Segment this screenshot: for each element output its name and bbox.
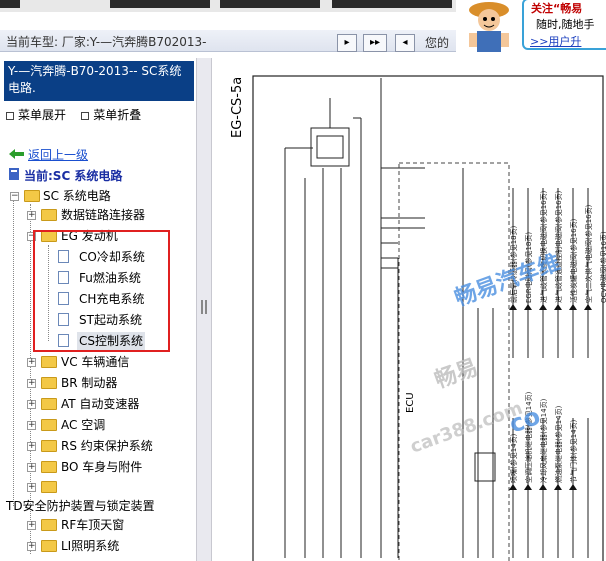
car-model-label: 当前车型: 厂家:Y-—汽奔腾B702013- [6,35,207,49]
collapse-toggle-icon[interactable]: − [10,192,19,201]
collapse-menu-button[interactable]: 菜单折叠 [81,108,141,122]
top-tab[interactable] [220,0,320,8]
folder-icon [41,209,57,221]
folder-icon [41,398,57,410]
collapse-icon [81,112,90,120]
back-arrow-icon [9,149,24,159]
connector-arrows [509,304,592,490]
legend-item: 空气二次供气电磁阀(参见16页) [584,204,593,303]
next-page-button[interactable]: ▸ [337,34,357,52]
wiring-diagram: EG-CS-5a ECU 前后氧传感器(参见18页) EGR电磁阀(参见18页)… [230,75,606,561]
tree-item-label: SC 系统电路 [43,189,111,203]
splitter-grip-icon[interactable] [201,300,207,314]
legend-item: 燃油泵继电器(参见14页) [554,405,563,483]
tree-item-label: 数据链路连接器 [61,208,146,222]
expand-toggle-icon[interactable]: + [27,379,36,388]
folder-icon [41,356,57,368]
tree-item-label: BO 车身与附件 [61,460,143,474]
expand-toggle-icon[interactable]: + [27,358,36,367]
folder-icon [41,440,57,452]
wiring-diagram-viewer[interactable]: EG-CS-5a ECU 前后氧传感器(参见18页) EGR电磁阀(参见18页)… [213,58,606,561]
panel-header: Y-—汽奔腾-B70-2013-- SC系统电路. [4,61,194,101]
legend-item: OCV电磁阀(参见16页) [599,231,606,303]
last-page-button[interactable]: ▸▸ [363,34,387,52]
expand-toggle-icon[interactable]: + [27,521,36,530]
folder-icon [41,377,57,389]
tree-item-label: LI照明系统 [61,539,120,553]
highlight-box [33,230,170,352]
ad-link[interactable]: >>用户升 [530,33,581,49]
legend-item: 活性炭罐电磁阀(参见16页) [569,218,578,303]
book-icon [9,168,19,180]
folder-icon [41,461,57,473]
expand-toggle-icon[interactable]: + [27,211,36,220]
watermark-url: car388.com [408,398,526,458]
tree-item-label: TD安全防护装置与锁定装置 [6,499,155,513]
back-link[interactable]: 返回上一级 [28,146,88,163]
expand-toggle-icon[interactable]: + [27,442,36,451]
page-code: EG-CS-5a [230,77,245,138]
ecu-label: ECU [405,392,416,413]
current-location: 当前:SC 系统电路 [24,169,123,183]
folder-icon [24,190,40,202]
ad-subtitle: 随时,随地手 [536,18,595,31]
prev-page-button[interactable]: ◂ [395,34,415,52]
top-tab[interactable] [110,0,210,8]
legend-item: 冷却风扇继电器(参见14页) [539,398,548,483]
folder-icon [41,519,57,531]
tree-item-label: VC 车辆通信 [61,355,130,369]
expand-toggle-icon[interactable]: + [27,463,36,472]
mascot-icon [469,2,509,52]
legend-item: 进气歧管长度切换电磁阀(参见16页) [539,190,548,303]
tree-item-label: RS 约束保护系统 [61,439,153,453]
folder-icon [41,419,57,431]
ad-title: 关注“畅易 [531,2,583,15]
tree-item-label: AC 空调 [61,418,106,432]
tree-item-label: AT 自动变速器 [61,397,140,411]
expand-toggle-icon[interactable]: + [27,421,36,430]
top-tab[interactable] [0,0,20,8]
tree-line [13,196,14,506]
truncated-text: 您的 [425,36,450,50]
app-window: 当前车型: 厂家:Y-—汽奔腾B702013- ▸ ▸▸ ◂ 您的 关注“畅易 … [0,0,606,561]
legend-item: 进气歧管通道控制电磁阀(参见16页) [554,190,563,303]
tree-item-label: RF车顶天窗 [61,518,125,532]
watermark-text: 畅易 [432,355,482,394]
expand-toggle-icon[interactable]: + [27,542,36,551]
tree-item-label: BR 制动器 [61,376,118,390]
legend-item: 节气门体(参见14页) [569,419,578,483]
folder-icon [41,540,57,552]
expand-toggle-icon[interactable]: + [27,400,36,409]
wires [284,78,494,558]
folder-icon [41,481,57,493]
expand-menu-button[interactable]: 菜单展开 [6,108,66,122]
menu-controls: 菜单展开 菜单折叠 [6,106,141,123]
top-tab[interactable] [332,0,452,8]
expand-toggle-icon[interactable]: + [27,483,36,492]
legend-item: 喷嘴(参见14页) [509,433,518,483]
expand-icon [6,112,14,120]
